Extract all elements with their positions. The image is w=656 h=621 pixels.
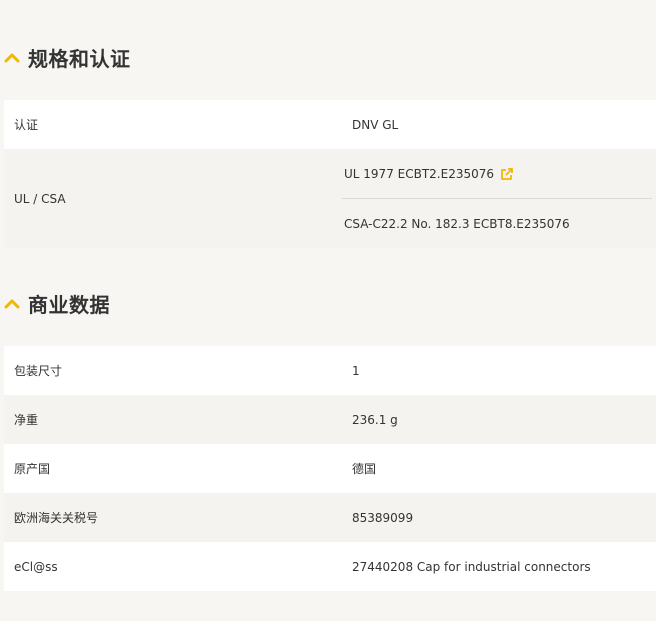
row-value-group: UL 1977 ECBT2.E235076 CSA-C22.2 No. 182.… <box>342 149 656 248</box>
external-link-icon[interactable] <box>500 167 514 181</box>
table-row: UL / CSA UL 1977 ECBT2.E235076 CSA-C22.2… <box>4 149 656 248</box>
row-value-text: UL 1977 ECBT2.E235076 <box>344 166 494 181</box>
row-value: 1 <box>342 346 656 395</box>
row-value-item: CSA-C22.2 No. 182.3 ECBT8.E235076 <box>342 199 652 248</box>
chevron-up-icon[interactable] <box>4 297 20 309</box>
row-value-text: CSA-C22.2 No. 182.3 ECBT8.E235076 <box>344 216 570 231</box>
table-row: 净重 236.1 g <box>4 395 656 444</box>
table-row: 原产国 德国 <box>4 444 656 493</box>
row-label: 包装尺寸 <box>4 346 342 395</box>
table-row: 认证 DNV GL <box>4 100 656 149</box>
section-header-commercial[interactable]: 商业数据 <box>0 288 110 318</box>
table-row: 包装尺寸 1 <box>4 346 656 395</box>
chevron-up-icon[interactable] <box>4 51 20 63</box>
table-row: eCl@ss 27440208 Cap for industrial conne… <box>4 542 656 591</box>
row-label: eCl@ss <box>4 542 342 591</box>
row-label: 原产国 <box>4 444 342 493</box>
row-value: DNV GL <box>342 100 656 149</box>
commercial-table: 包装尺寸 1 净重 236.1 g 原产国 德国 欧洲海关关税号 8538909… <box>4 346 656 591</box>
row-value: 德国 <box>342 444 656 493</box>
section-title-specs: 规格和认证 <box>28 46 131 71</box>
row-value: 236.1 g <box>342 395 656 444</box>
row-value-item: UL 1977 ECBT2.E235076 <box>342 149 652 199</box>
section-header-specs[interactable]: 规格和认证 <box>0 42 131 72</box>
section-title-commercial: 商业数据 <box>28 292 110 317</box>
specs-table: 认证 DNV GL UL / CSA UL 1977 ECBT2.E235076… <box>4 100 656 248</box>
row-value: 27440208 Cap for industrial connectors <box>342 542 656 591</box>
row-label: 净重 <box>4 395 342 444</box>
row-label: 认证 <box>4 100 342 149</box>
row-label: UL / CSA <box>4 149 342 248</box>
row-label: 欧洲海关关税号 <box>4 493 342 542</box>
row-value: 85389099 <box>342 493 656 542</box>
table-row: 欧洲海关关税号 85389099 <box>4 493 656 542</box>
